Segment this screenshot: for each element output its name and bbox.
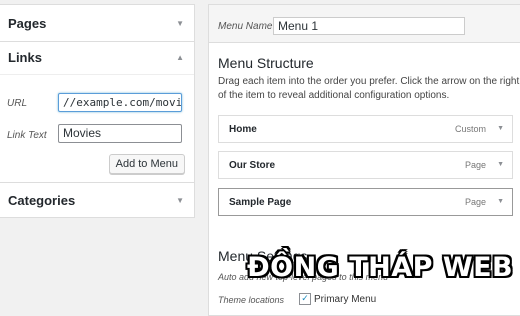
link-text-input[interactable]: Movies <box>58 124 182 143</box>
categories-section-title: Categories <box>8 193 76 208</box>
chevron-down-icon[interactable]: ▼ <box>497 125 504 132</box>
categories-section-header[interactable]: Categories ▼ <box>0 183 194 217</box>
menu-name-label: Menu Name <box>218 21 273 32</box>
menu-item-type: Page <box>464 160 486 170</box>
pages-section-title: Pages <box>8 16 47 31</box>
menu-item-sample-page[interactable]: Sample Page Page ▼ <box>218 188 513 216</box>
chevron-down-icon[interactable]: ▼ <box>497 198 504 205</box>
menu-item-type: Page <box>464 197 486 207</box>
links-section-header[interactable]: Links ▲ <box>0 42 194 75</box>
primary-menu-checkbox[interactable]: ✓ <box>299 293 311 305</box>
watermark-text: ĐỒNG THÁP WEB <box>247 252 514 283</box>
url-input[interactable]: //example.com/movies <box>58 93 182 112</box>
menu-items-sidebar: Pages ▼ Links ▲ URL //example.com/movies… <box>0 0 196 304</box>
pages-section-header[interactable]: Pages ▼ <box>0 5 194 43</box>
expand-arrow-icon[interactable]: ▼ <box>176 183 184 219</box>
collapse-arrow-icon[interactable]: ▲ <box>176 42 184 74</box>
chevron-down-icon[interactable]: ▼ <box>497 161 504 168</box>
primary-menu-label: Primary Menu <box>314 294 377 305</box>
menu-structure-instructions: Drag each item into the order you prefer… <box>218 76 520 101</box>
add-to-menu-button[interactable]: Add to Menu <box>108 154 185 174</box>
menu-item-title: Home <box>229 124 257 135</box>
menu-structure-title: Menu Structure <box>218 55 314 71</box>
menu-name-input[interactable]: Menu 1 <box>273 17 465 35</box>
url-label: URL <box>7 98 28 109</box>
pages-section[interactable]: Pages ▼ <box>0 4 195 44</box>
menu-item-type: Custom <box>454 124 486 134</box>
expand-arrow-icon[interactable]: ▼ <box>176 5 184 43</box>
menu-item-home[interactable]: Home Custom ▼ <box>218 115 513 143</box>
menu-header-bar: Menu Name Menu 1 <box>209 5 520 43</box>
menu-item-title: Sample Page <box>229 197 292 208</box>
links-section-title: Links <box>8 50 42 65</box>
categories-section[interactable]: Categories ▼ <box>0 182 195 218</box>
links-section: Links ▲ URL //example.com/movies Link Te… <box>0 41 195 188</box>
link-text-label: Link Text <box>7 130 47 141</box>
menu-item-our-store[interactable]: Our Store Page ▼ <box>218 151 513 179</box>
menu-item-title: Our Store <box>229 160 276 171</box>
